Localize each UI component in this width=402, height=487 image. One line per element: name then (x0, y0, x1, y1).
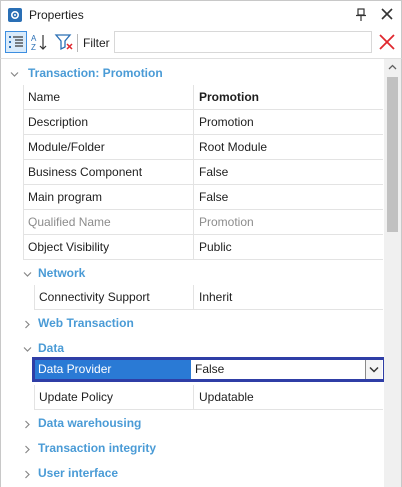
category-label: Data (38, 341, 65, 355)
selected-property-row[interactable]: Data Provider False (32, 357, 386, 382)
sort-az-icon[interactable]: AZ (29, 31, 51, 53)
property-row[interactable]: Module/Folder Root Module (23, 135, 383, 160)
property-row[interactable]: Connectivity Support Inherit (34, 285, 383, 310)
categorized-view-icon[interactable] (5, 31, 27, 53)
category-label: User interface (38, 466, 119, 480)
dropdown-button[interactable] (365, 360, 382, 379)
property-row[interactable]: Object Visibility Public (23, 235, 383, 260)
property-value: Promotion (199, 215, 254, 229)
settings-gear-icon (8, 8, 22, 22)
chevron-right-icon[interactable] (23, 418, 32, 429)
category-label: Web Transaction (38, 316, 134, 330)
filter-label: Filter (83, 36, 110, 50)
chevron-down-icon (369, 366, 379, 373)
scrollbar-thumb[interactable] (387, 77, 398, 232)
property-value[interactable]: Public (194, 235, 382, 259)
property-row[interactable]: Main program False (23, 185, 383, 210)
property-name: Main program (23, 185, 194, 209)
properties-toolbar: AZ Filter (0, 28, 402, 58)
property-value[interactable]: False (194, 160, 382, 184)
scroll-up-icon[interactable] (384, 59, 401, 76)
window-title: Properties (29, 8, 84, 22)
property-grid: Transaction: Promotion Name Promotion De… (0, 58, 402, 487)
property-row[interactable]: Name Promotion (23, 85, 383, 110)
property-name: Name (23, 85, 194, 109)
property-name: Connectivity Support (34, 285, 194, 309)
property-value[interactable]: Promotion (194, 110, 382, 134)
category-transaction-integrity[interactable]: Transaction integrity (1, 435, 384, 460)
toolbar-separator (77, 34, 78, 52)
property-name: Update Policy (34, 385, 194, 409)
property-row[interactable]: Update Policy Updatable (34, 385, 383, 410)
category-data-warehousing[interactable]: Data warehousing (1, 410, 384, 435)
svg-text:A: A (31, 34, 37, 43)
svg-text:Z: Z (31, 43, 36, 52)
property-value[interactable]: False (195, 360, 224, 379)
category-transaction[interactable]: Transaction: Promotion (1, 60, 384, 85)
property-value[interactable]: Updatable (194, 385, 382, 409)
close-icon[interactable] (380, 7, 394, 21)
property-name: Module/Folder (23, 135, 194, 159)
property-name: Data Provider (35, 360, 191, 379)
chevron-right-icon[interactable] (23, 318, 32, 329)
category-network[interactable]: Network (1, 260, 384, 285)
vertical-scrollbar[interactable] (384, 59, 401, 487)
pin-icon[interactable] (355, 8, 367, 22)
filter-input[interactable] (114, 31, 372, 53)
chevron-down-icon[interactable] (10, 68, 19, 77)
category-user-interface[interactable]: User interface (1, 460, 384, 485)
property-name: Qualified Name (23, 210, 194, 234)
chevron-down-icon[interactable] (23, 268, 32, 277)
property-row[interactable]: Business Component False (23, 160, 383, 185)
category-label: Network (38, 266, 86, 280)
filter-funnel-icon[interactable] (53, 31, 75, 53)
property-row: Qualified Name Promotion (23, 210, 383, 235)
chevron-right-icon[interactable] (23, 468, 32, 479)
property-value[interactable]: False (194, 185, 382, 209)
category-web-transaction[interactable]: Web Transaction (1, 310, 384, 335)
category-label: Data warehousing (38, 416, 142, 430)
property-value[interactable]: Inherit (194, 285, 382, 309)
chevron-right-icon[interactable] (23, 443, 32, 454)
property-name: Description (23, 110, 194, 134)
property-value[interactable]: Root Module (194, 135, 382, 159)
property-row[interactable]: Description Promotion (23, 110, 383, 135)
property-name: Object Visibility (23, 235, 194, 259)
category-label: Transaction: Promotion (28, 66, 163, 80)
chevron-down-icon[interactable] (23, 343, 32, 352)
property-value[interactable]: Promotion (194, 85, 382, 109)
category-label: Transaction integrity (38, 441, 157, 455)
clear-filter-icon[interactable] (379, 34, 395, 50)
properties-title-bar: Properties (0, 0, 402, 28)
property-name: Business Component (23, 160, 194, 184)
